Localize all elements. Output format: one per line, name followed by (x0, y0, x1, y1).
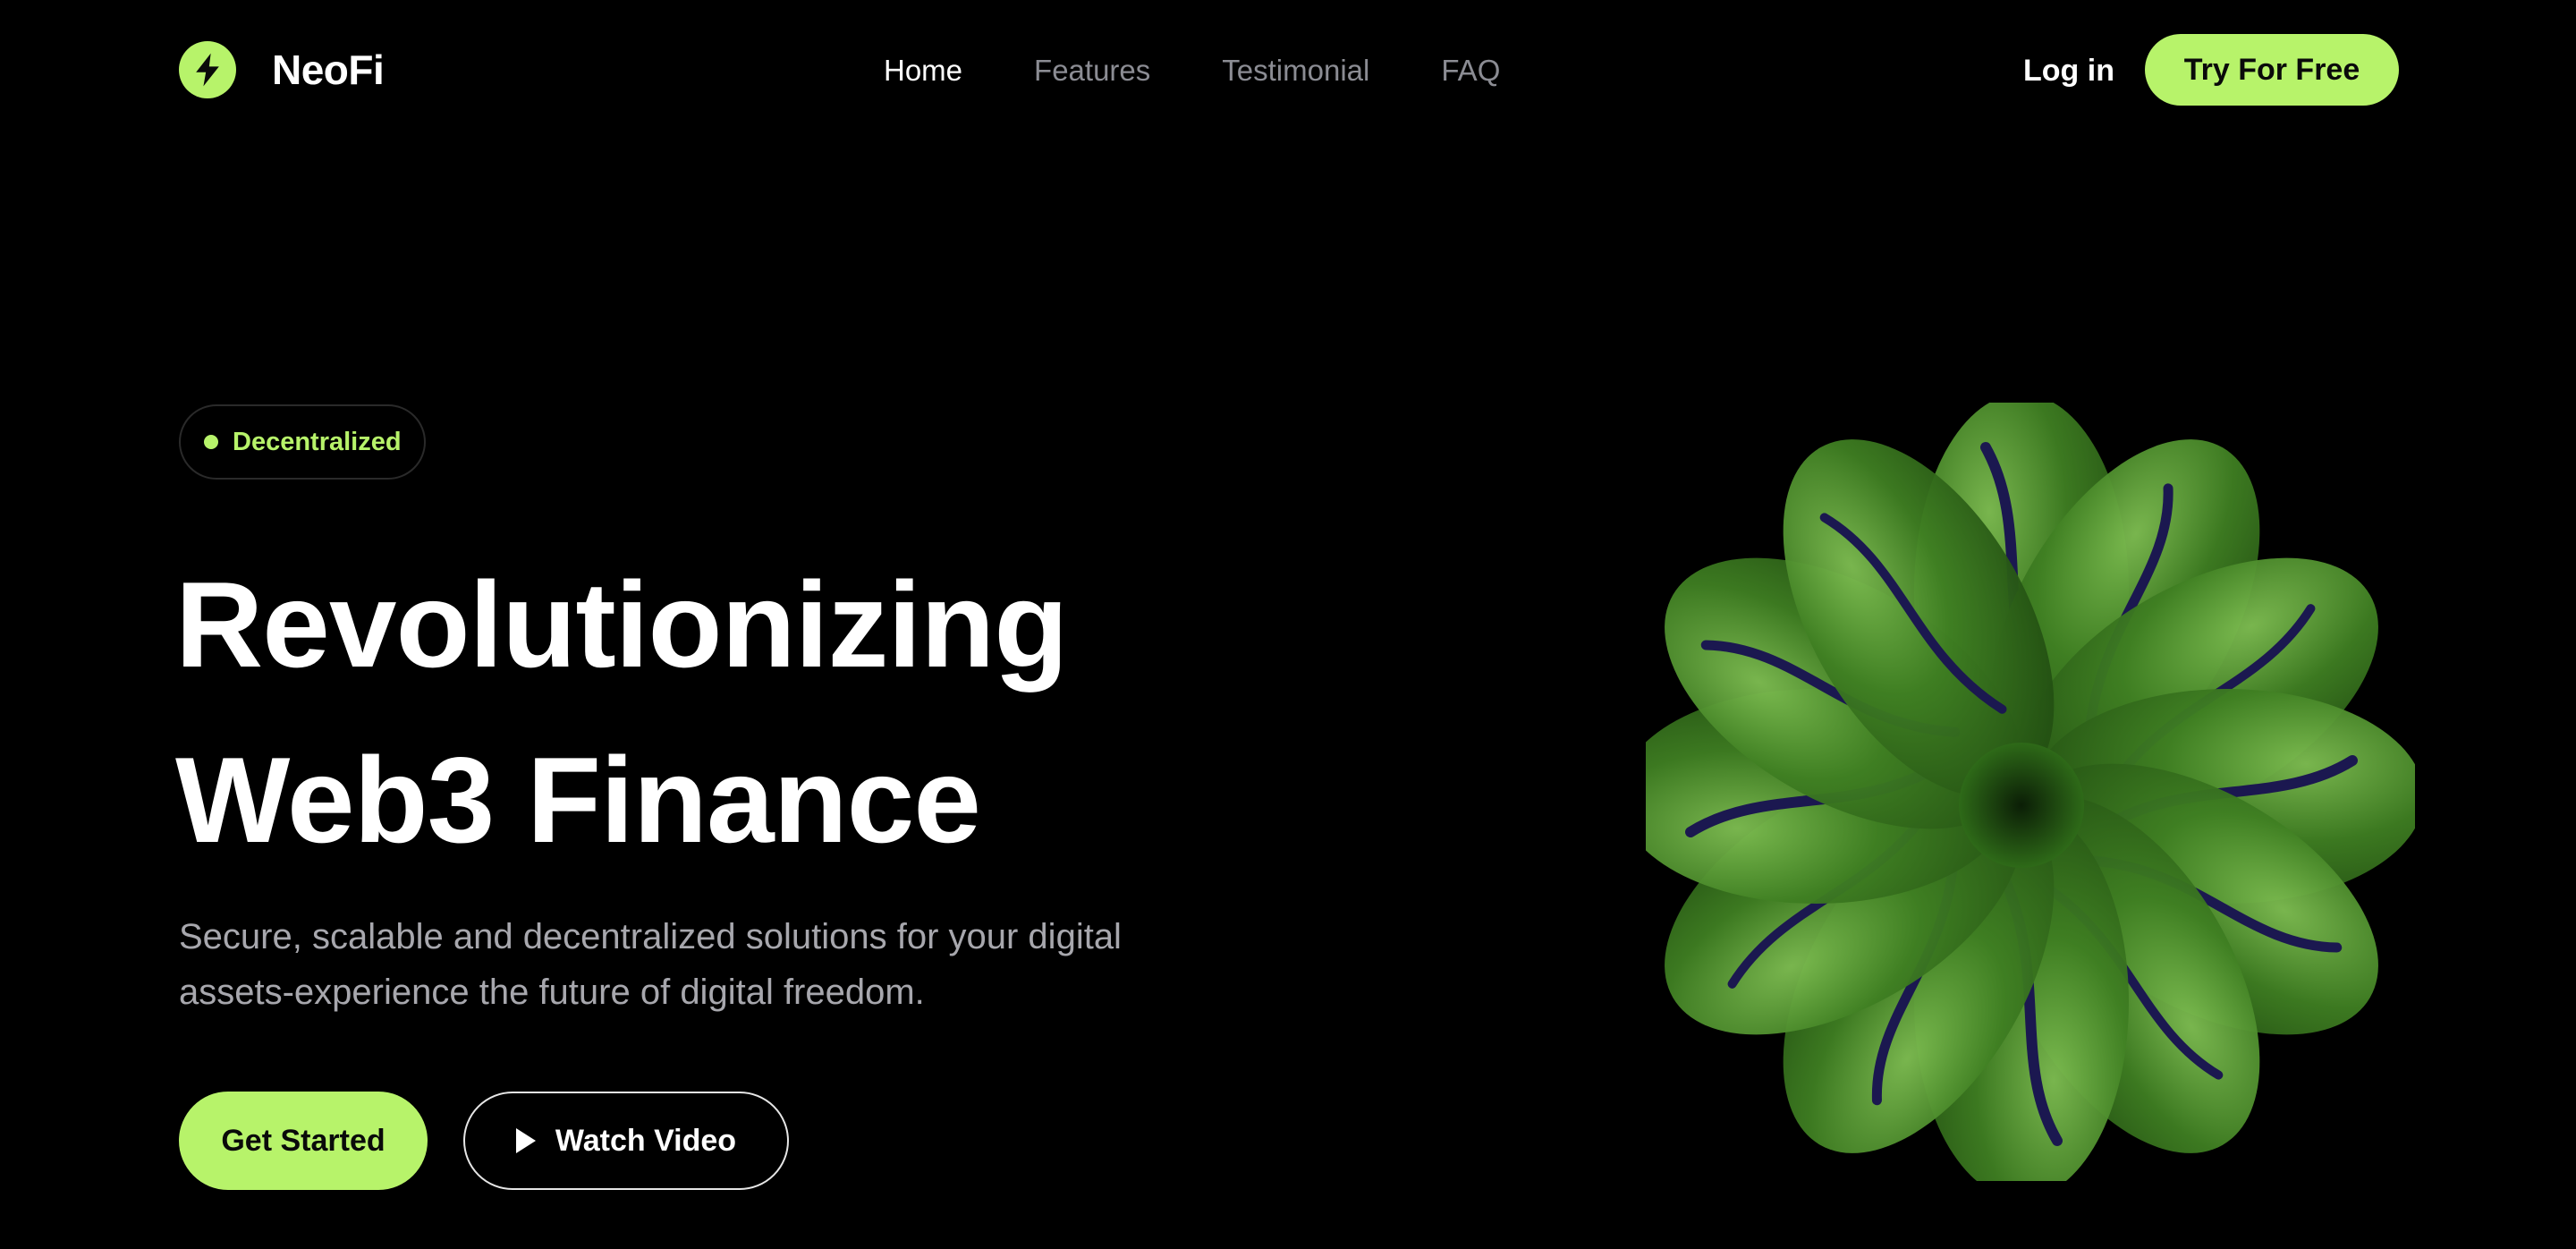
hero-title: Revolutionizing Web3 Finance (175, 537, 1068, 888)
play-icon (515, 1128, 536, 1153)
nav-link-faq[interactable]: FAQ (1441, 49, 1500, 92)
login-link[interactable]: Log in (2023, 49, 2114, 92)
nav-link-home[interactable]: Home (884, 49, 962, 92)
watch-video-label: Watch Video (555, 1123, 737, 1158)
hero-title-line-1: Revolutionizing (175, 557, 1068, 692)
nav-link-features[interactable]: Features (1034, 49, 1150, 92)
get-started-button[interactable]: Get Started (179, 1092, 428, 1190)
nav-link-testimonial[interactable]: Testimonial (1222, 49, 1369, 92)
hero-title-line-2: Web3 Finance (175, 732, 981, 868)
hero-subtitle: Secure, scalable and decentralized solut… (179, 917, 1122, 1012)
try-for-free-button[interactable]: Try For Free (2145, 34, 2399, 106)
lightning-bolt-icon (179, 41, 236, 98)
status-badge: Decentralized (179, 404, 426, 480)
badge-dot-icon (204, 435, 218, 449)
hero-3d-illustration (1619, 394, 2424, 1199)
badge-label: Decentralized (233, 427, 402, 456)
top-navigation: NeoFi Home Features Testimonial FAQ Log … (0, 0, 2576, 141)
brand-logo[interactable]: NeoFi (179, 41, 385, 98)
nav-links: Home Features Testimonial FAQ (884, 49, 1500, 92)
brand-name: NeoFi (272, 47, 385, 93)
watch-video-button[interactable]: Watch Video (463, 1092, 789, 1190)
